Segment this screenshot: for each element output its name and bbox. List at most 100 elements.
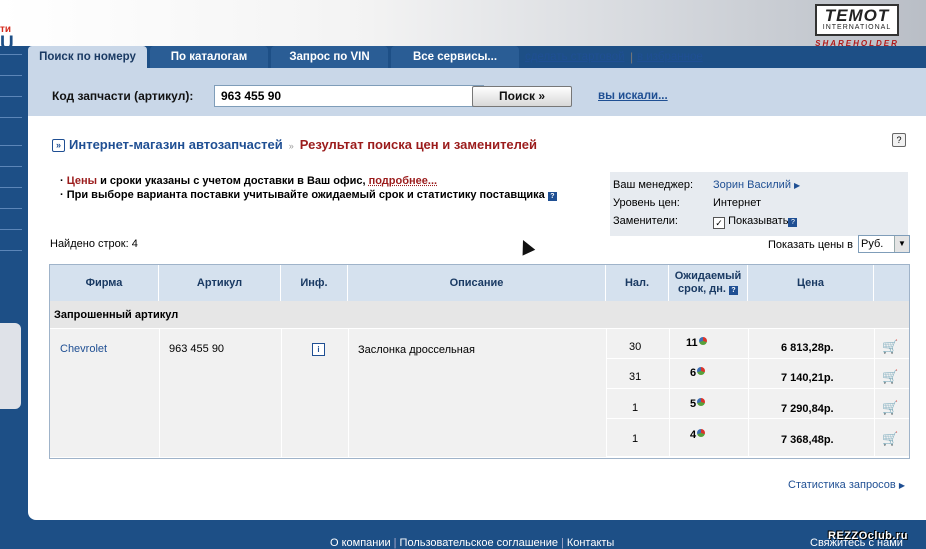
rows-found-count: Найдено строк: 4 bbox=[50, 238, 138, 250]
price-value: 7 290,84р. bbox=[781, 403, 834, 415]
supplier-note-text: При выборе варианта поставки учитывайте … bbox=[66, 189, 545, 201]
part-code-input[interactable]: 963 455 90 bbox=[214, 85, 484, 107]
article-value: 963 455 90 bbox=[169, 343, 225, 355]
left-nav-separator bbox=[0, 229, 22, 230]
expected-days: 5 bbox=[690, 398, 706, 410]
breadcrumb-separator-icon: » bbox=[288, 141, 294, 151]
page-title: Результат поиска цен и заменителей bbox=[299, 137, 537, 152]
add-to-cart-icon[interactable]: 🛒 bbox=[882, 400, 898, 416]
expected-days: 4 bbox=[690, 429, 706, 441]
supplier-note-help-icon[interactable]: ? bbox=[547, 192, 557, 201]
supplier-stats-pie-icon[interactable] bbox=[698, 337, 707, 345]
manager-link[interactable]: Зорин Василий bbox=[713, 179, 791, 191]
column-divider bbox=[159, 329, 160, 458]
merged-cells bbox=[50, 329, 606, 457]
search-bar: Код запчасти (артикул): ? 963 455 90 Пои… bbox=[28, 68, 926, 116]
column-divider bbox=[281, 329, 282, 458]
column-divider bbox=[348, 329, 349, 458]
column-divider bbox=[748, 329, 749, 458]
temot-logo: TEMOT INTERNATIONAL SHAREHOLDER bbox=[812, 4, 902, 58]
currency-value: Руб. bbox=[861, 238, 884, 250]
col-description[interactable]: Описание bbox=[348, 265, 606, 301]
price-note-text: и сроки указаны с учетом доставки в Ваш … bbox=[97, 175, 369, 187]
table-header: Фирма Артикул Инф. Описание Нал. Ожидаем… bbox=[50, 265, 909, 301]
expected-days-help-icon[interactable]: ? bbox=[728, 286, 738, 295]
manager-arrow-icon: ▶ bbox=[794, 181, 801, 190]
search-button[interactable]: Поиск » bbox=[472, 86, 572, 107]
footer-contacts-link[interactable]: Контакты bbox=[567, 537, 615, 549]
supplier-stats-pie-icon[interactable] bbox=[697, 367, 706, 375]
left-nav-separator bbox=[0, 187, 22, 188]
manager-value[interactable]: Зорин Василий ▶ bbox=[713, 179, 800, 191]
request-stats-label: Статистика запросов bbox=[788, 479, 896, 491]
more-info-link[interactable]: подробнее... bbox=[369, 175, 437, 187]
group-requested-article: Запрошенный артикул bbox=[50, 301, 909, 329]
info-icon[interactable]: i bbox=[312, 343, 325, 356]
footer-about-link[interactable]: О компании bbox=[330, 537, 391, 549]
manager-label: Ваш менеджер: bbox=[613, 179, 694, 191]
price-value: 7 140,21р. bbox=[781, 372, 834, 384]
col-cart bbox=[874, 265, 909, 301]
temot-logo-tag: SHAREHOLDER bbox=[815, 39, 899, 48]
left-nav-bar bbox=[0, 46, 22, 546]
substitutes-label: Заменители: bbox=[613, 215, 678, 227]
show-substitutes-label: Показывать bbox=[728, 215, 789, 227]
breadcrumb-shop-link[interactable]: Интернет-магазин автозапчастей bbox=[69, 137, 283, 152]
expected-days: 11 bbox=[686, 337, 707, 349]
footer-separator: | bbox=[393, 537, 397, 549]
temot-logo-title: TEMOT bbox=[824, 6, 890, 25]
make-start-page-link[interactable]: сделать стартовой bbox=[525, 51, 625, 63]
stats-arrow-icon: ▶ bbox=[898, 481, 905, 490]
breadcrumb: » Интернет-магазин автозапчастей » Результа… bbox=[52, 137, 537, 152]
top-links-separator: | bbox=[630, 50, 634, 64]
left-nav-separator bbox=[0, 166, 22, 167]
watermark: REZZOclub.ru bbox=[828, 530, 908, 542]
tab-by-catalogs[interactable]: По каталогам bbox=[150, 46, 268, 68]
add-to-favorites-link[interactable]: в избранное bbox=[637, 51, 703, 63]
show-prices-label: Показать цены в bbox=[768, 239, 853, 251]
tab-search-by-number[interactable]: Поиск по номеру bbox=[28, 46, 147, 68]
column-divider bbox=[874, 329, 875, 458]
substitutes-help-icon[interactable]: ? bbox=[788, 218, 798, 227]
expected-days-value: 11 bbox=[686, 337, 698, 349]
price-level-label: Уровень цен: bbox=[613, 197, 680, 209]
footer-links: О компании | Пользовательское соглашение | К… bbox=[330, 537, 614, 549]
col-expected-days[interactable]: Ожидаемый срок, дн. ? bbox=[669, 265, 748, 301]
currency-select[interactable]: Руб. ▼ bbox=[858, 235, 910, 253]
supplier-stats-pie-icon[interactable] bbox=[697, 429, 706, 437]
left-nav-separator bbox=[0, 54, 22, 55]
expected-days-value: 5 bbox=[690, 398, 697, 410]
part-code-label: Код запчасти (артикул): bbox=[52, 89, 194, 103]
search-history-link[interactable]: вы искали... bbox=[598, 90, 668, 102]
column-divider bbox=[669, 329, 670, 458]
page-help-icon[interactable]: ? bbox=[892, 133, 906, 147]
chevron-down-icon[interactable]: ▼ bbox=[894, 236, 909, 252]
request-stats-link[interactable]: Статистика запросов ▶ bbox=[788, 479, 905, 491]
price-note-1: · Цены и сроки указаны с учетом доставки… bbox=[60, 175, 438, 187]
col-article[interactable]: Артикул bbox=[159, 265, 281, 301]
add-to-cart-icon[interactable]: 🛒 bbox=[882, 431, 898, 447]
footer-agreement-link[interactable]: Пользовательское соглашение bbox=[400, 537, 558, 549]
col-firm[interactable]: Фирма bbox=[50, 265, 159, 301]
col-price[interactable]: Цена bbox=[748, 265, 874, 301]
site-header: ти U TEMOT INTERNATIONAL SHAREHOLDER bbox=[0, 0, 926, 53]
substitutes-control: ✓ Показывать? bbox=[713, 215, 798, 229]
tab-vin-request[interactable]: Запрос по VIN bbox=[271, 46, 388, 68]
show-substitutes-checkbox[interactable]: ✓ bbox=[713, 217, 725, 229]
price-value: 7 368,48р. bbox=[781, 434, 834, 446]
add-to-cart-icon[interactable]: 🛒 bbox=[882, 369, 898, 385]
left-nav-separator bbox=[0, 208, 22, 209]
price-level-value: Интернет bbox=[713, 197, 761, 209]
col-info: Инф. bbox=[281, 265, 348, 301]
tab-all-services[interactable]: Все сервисы... bbox=[391, 46, 519, 68]
price-value: 6 813,28р. bbox=[781, 342, 834, 354]
breadcrumb-arrow-icon: » bbox=[52, 139, 65, 152]
left-nav-separator bbox=[0, 250, 22, 251]
price-note-highlight: Цены bbox=[66, 175, 98, 187]
firm-link[interactable]: Chevrolet bbox=[60, 343, 107, 355]
main-content: » Интернет-магазин автозапчастей » Результа… bbox=[28, 116, 926, 520]
temot-logo-subtitle: INTERNATIONAL bbox=[822, 24, 892, 31]
add-to-cart-icon[interactable]: 🛒 bbox=[882, 339, 898, 355]
col-availability[interactable]: Нал. bbox=[606, 265, 669, 301]
supplier-stats-pie-icon[interactable] bbox=[697, 398, 706, 406]
